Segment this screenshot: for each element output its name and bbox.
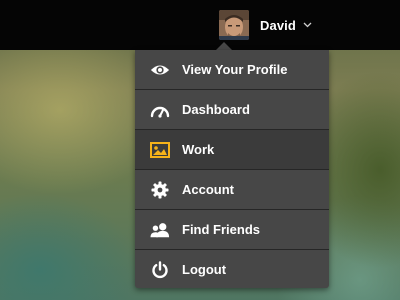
image-icon <box>150 140 170 160</box>
eye-icon <box>150 60 170 80</box>
top-bar: David <box>0 0 400 50</box>
menu-item-label: Find Friends <box>182 222 260 237</box>
menu-item-label: Account <box>182 182 234 197</box>
menu-item-find-friends[interactable]: Find Friends <box>135 210 329 250</box>
menu-item-account[interactable]: Account <box>135 170 329 210</box>
dropdown-pointer <box>216 42 232 50</box>
menu-item-dashboard[interactable]: Dashboard <box>135 90 329 130</box>
user-dropdown-menu: View Your Profile Dashboard Work Account… <box>135 50 329 288</box>
menu-item-label: View Your Profile <box>182 62 288 77</box>
chevron-down-icon[interactable] <box>303 22 312 28</box>
avatar[interactable] <box>219 10 249 40</box>
menu-item-label: Work <box>182 142 215 157</box>
user-menu-toggle[interactable]: David <box>219 10 312 40</box>
menu-item-work[interactable]: Work <box>135 130 329 170</box>
menu-item-label: Dashboard <box>182 102 250 117</box>
menu-item-label: Logout <box>182 262 227 277</box>
username[interactable]: David <box>260 18 296 33</box>
menu-item-logout[interactable]: Logout <box>135 250 329 288</box>
power-icon <box>150 260 170 280</box>
gear-icon <box>150 180 170 200</box>
people-icon <box>150 220 170 240</box>
gauge-icon <box>150 100 170 120</box>
menu-item-view-profile[interactable]: View Your Profile <box>135 50 329 90</box>
